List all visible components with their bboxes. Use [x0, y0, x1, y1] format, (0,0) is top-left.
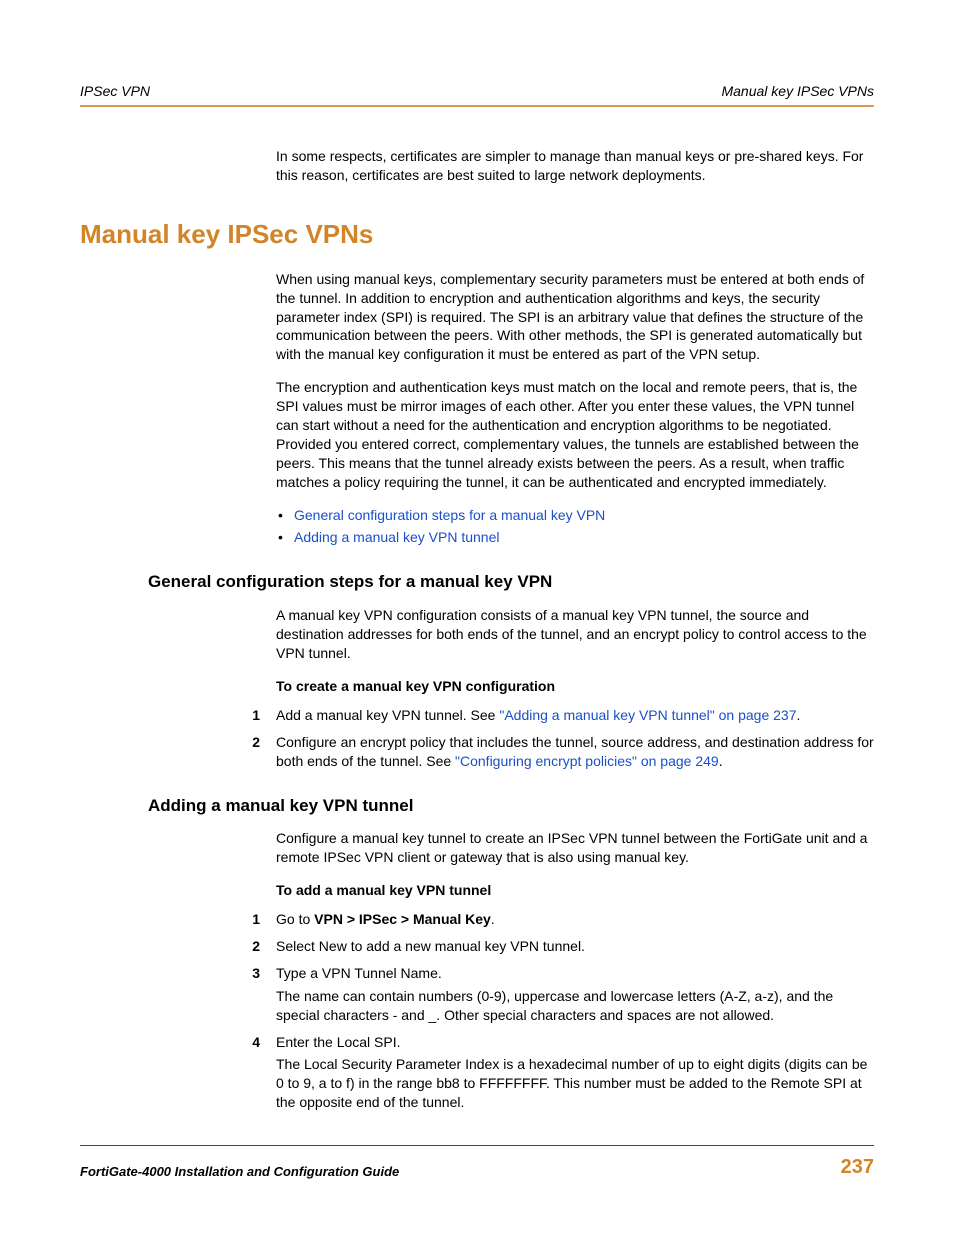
step-item: Type a VPN Tunnel Name. The name can con…	[228, 964, 874, 1025]
link-list: General configuration steps for a manual…	[276, 506, 874, 548]
paragraph: Configure a manual key tunnel to create …	[276, 829, 874, 867]
running-footer: FortiGate-4000 Installation and Configur…	[80, 1145, 874, 1181]
step-text: Type a VPN Tunnel Name.	[276, 965, 442, 981]
paragraph: A manual key VPN configuration consists …	[276, 606, 874, 663]
steps-list: Add a manual key VPN tunnel. See "Adding…	[276, 706, 874, 771]
step-item: Enter the Local SPI. The Local Security …	[228, 1033, 874, 1113]
header-left: IPSec VPN	[80, 82, 150, 101]
page: IPSec VPN Manual key IPSec VPNs In some …	[0, 0, 954, 1235]
list-item: General configuration steps for a manual…	[276, 506, 874, 525]
xref-encrypt-policies-page[interactable]: "Configuring encrypt policies" on page 2…	[455, 753, 719, 769]
page-number: 237	[841, 1154, 874, 1181]
intro-block: In some respects, certificates are simpl…	[276, 147, 874, 185]
paragraph: The encryption and authentication keys m…	[276, 378, 874, 491]
intro-paragraph: In some respects, certificates are simpl…	[276, 147, 874, 185]
step-text: Select New to add a new manual key VPN t…	[276, 938, 585, 954]
paragraph: When using manual keys, complementary se…	[276, 270, 874, 364]
h1-manual-key-ipsec-vpns: Manual key IPSec VPNs	[80, 217, 874, 252]
steps-list: Go to VPN > IPSec > Manual Key. Select N…	[276, 910, 874, 1112]
section2-body: Configure a manual key tunnel to create …	[276, 829, 874, 1112]
step-note: The Local Security Parameter Index is a …	[276, 1055, 874, 1112]
header-right: Manual key IPSec VPNs	[721, 82, 874, 101]
xref-adding-tunnel[interactable]: Adding a manual key VPN tunnel	[294, 529, 499, 545]
running-header: IPSec VPN Manual key IPSec VPNs	[80, 82, 874, 107]
step-text: Enter the Local SPI.	[276, 1034, 401, 1050]
list-item: Adding a manual key VPN tunnel	[276, 528, 874, 547]
procedure-title: To create a manual key VPN configuration	[276, 677, 874, 696]
section1-body: A manual key VPN configuration consists …	[276, 606, 874, 770]
step-text: Go to	[276, 911, 314, 927]
step-item: Add a manual key VPN tunnel. See "Adding…	[228, 706, 874, 725]
step-text: .	[491, 911, 495, 927]
h2-general-config-steps: General configuration steps for a manual…	[148, 571, 874, 594]
step-text: .	[797, 707, 801, 723]
step-text: Add a manual key VPN tunnel. See	[276, 707, 499, 723]
step-item: Configure an encrypt policy that include…	[228, 733, 874, 771]
footer-title: FortiGate-4000 Installation and Configur…	[80, 1163, 399, 1181]
step-text: .	[719, 753, 723, 769]
nav-path: VPN > IPSec > Manual Key	[314, 911, 491, 927]
procedure-title: To add a manual key VPN tunnel	[276, 881, 874, 900]
xref-adding-tunnel-page[interactable]: "Adding a manual key VPN tunnel" on page…	[499, 707, 796, 723]
step-item: Go to VPN > IPSec > Manual Key.	[228, 910, 874, 929]
step-item: Select New to add a new manual key VPN t…	[228, 937, 874, 956]
h2-adding-manual-key-tunnel: Adding a manual key VPN tunnel	[148, 795, 874, 818]
section-body: When using manual keys, complementary se…	[276, 270, 874, 548]
xref-general-steps[interactable]: General configuration steps for a manual…	[294, 507, 605, 523]
step-note: The name can contain numbers (0-9), uppe…	[276, 987, 874, 1025]
